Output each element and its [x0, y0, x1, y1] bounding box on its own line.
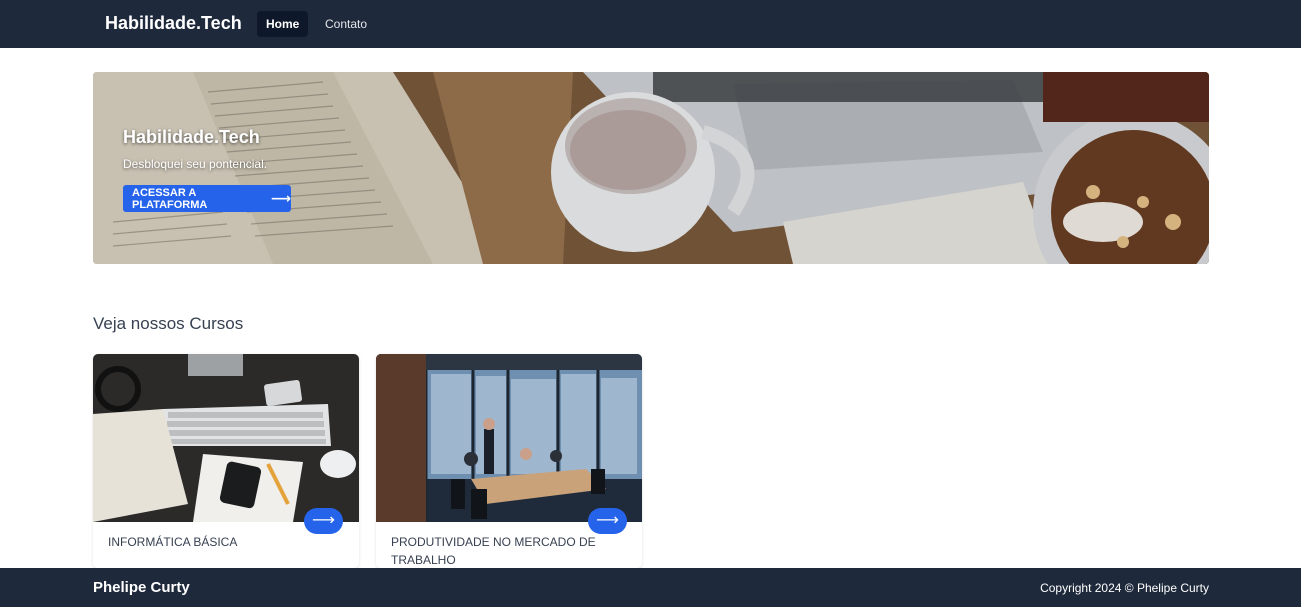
navbar: Habilidade.Tech Home Contato — [0, 0, 1301, 48]
access-platform-button[interactable]: ACESSAR A PLATAFORMA ⟶ — [123, 185, 291, 212]
nav-link-home[interactable]: Home — [257, 11, 309, 37]
arrow-right-icon[interactable]: ⟶ — [304, 508, 343, 534]
course-image-informatica — [93, 354, 359, 522]
hero-subtitle: Desbloquei seu pontencial. — [123, 157, 268, 171]
course-title: INFORMÁTICA BÁSICA — [108, 535, 238, 549]
hero-banner: Habilidade.Tech Desbloquei seu pontencia… — [93, 72, 1209, 264]
course-title: PRODUTIVIDADE NO MERCADO DE TRABALHO — [391, 535, 596, 567]
access-platform-label: ACESSAR A PLATAFORMA — [132, 186, 208, 211]
course-card-informatica[interactable]: ⟶ INFORMÁTICA BÁSICA — [93, 354, 359, 568]
arrow-right-icon[interactable]: ⟶ — [588, 508, 627, 534]
arrow-right-icon: ⟶ — [270, 190, 291, 206]
footer-copyright: Copyright 2024 © Phelipe Curty — [1040, 581, 1209, 595]
hero-title: Habilidade.Tech — [123, 127, 260, 147]
footer-author: Phelipe Curty — [93, 579, 190, 596]
course-card-produtividade[interactable]: ⟶ PRODUTIVIDADE NO MERCADO DE TRABALHO — [376, 354, 642, 568]
courses-heading: Veja nossos Cursos — [93, 314, 244, 333]
nav-link-contato[interactable]: Contato — [316, 11, 376, 37]
course-image-produtividade — [376, 354, 642, 522]
footer: Phelipe Curty Copyright 2024 © Phelipe C… — [0, 568, 1301, 607]
brand-logo[interactable]: Habilidade.Tech — [105, 13, 242, 34]
